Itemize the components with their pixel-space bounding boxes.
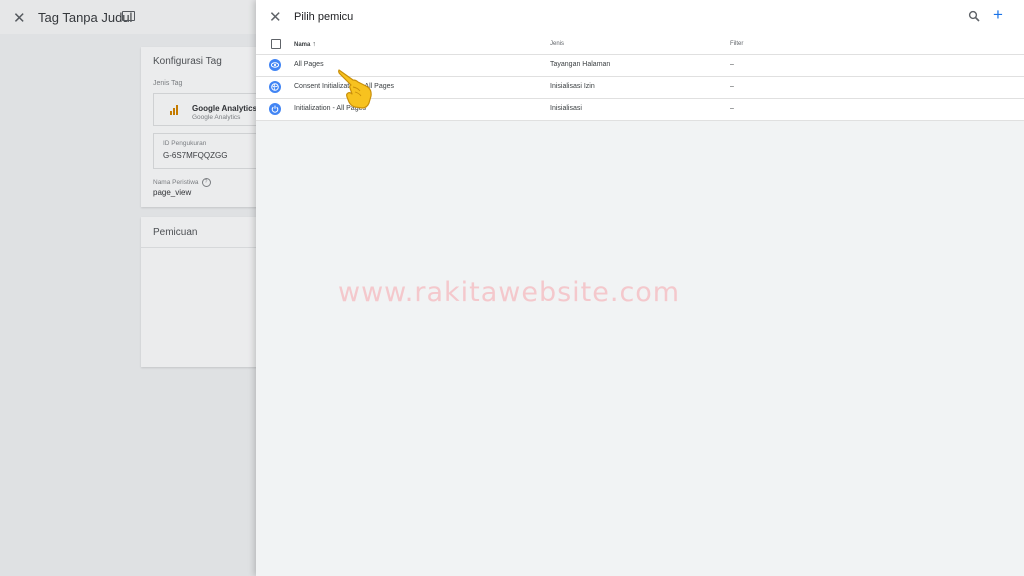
help-icon[interactable]: ? [201,178,211,187]
triggering-card[interactable]: Pemicuan [141,217,271,367]
trigger-name: All Pages [294,61,324,68]
tag-type-label: Jenis Tag [153,80,183,87]
trigger-name: Consent Initialization - All Pages [294,83,394,90]
google-analytics-icon [170,105,180,115]
trigger-filter: – [730,61,734,68]
search-icon[interactable] [968,10,980,22]
trigger-type: Inisialisasi Izin [550,83,595,90]
globe-icon [269,81,281,93]
sheet-title: Pilih pemicu [294,11,354,23]
triggering-heading: Pemicuan [153,227,198,238]
column-header-type[interactable]: Jenis [550,41,564,47]
tag-type-selector[interactable]: Google Analytics: I Google Analytics [153,93,273,126]
table-row[interactable]: All Pages Tayangan Halaman – [256,55,1024,77]
table-row[interactable]: Initialization - All Pages Inisialisasi … [256,99,1024,121]
event-name-label-row: Nama Peristiwa? [153,178,211,187]
column-header-name[interactable]: Nama ↑ [294,41,316,48]
eye-icon [269,59,281,71]
measurement-id-value: G-6S7MFQQZGG [163,151,228,160]
trigger-type: Inisialisasi [550,105,582,112]
trigger-filter: – [730,83,734,90]
tag-type-name: Google Analytics: I [192,104,265,113]
trigger-type: Tayangan Halaman [550,61,611,68]
trigger-table: Nama ↑ Jenis Filter All Pages Tayangan Ha… [256,34,1024,121]
sort-up-icon: ↑ [312,41,316,48]
tag-title[interactable]: Tag Tanpa Judul [38,10,132,25]
folder-icon[interactable] [122,11,135,21]
trigger-filter: – [730,105,734,112]
measurement-id-field[interactable]: ID Pengukuran G-6S7MFQQZGG [153,133,273,169]
column-header-filter[interactable]: Filter [730,41,743,47]
choose-trigger-sheet: ✕ Pilih pemicu + Nama ↑ Jenis Filter All … [256,0,1024,576]
select-all-checkbox[interactable] [271,39,281,49]
event-name-value: page_view [153,188,192,197]
add-icon[interactable]: + [993,5,1003,25]
tag-configuration-card[interactable]: Konfigurasi Tag Jenis Tag Google Analyti… [141,47,273,207]
sheet-header: ✕ Pilih pemicu + [256,0,1024,34]
divider [141,247,271,248]
table-row[interactable]: Consent Initialization - All Pages Inisi… [256,77,1024,99]
close-icon[interactable]: ✕ [13,9,26,27]
tag-configuration-heading: Konfigurasi Tag [153,56,222,67]
measurement-id-label: ID Pengukuran [163,140,207,147]
table-header: Nama ↑ Jenis Filter [256,34,1024,55]
close-icon[interactable]: ✕ [269,8,282,26]
power-icon [269,103,281,115]
trigger-name: Initialization - All Pages [294,105,366,112]
tag-type-subtitle: Google Analytics [192,114,241,121]
event-name-label: Nama Peristiwa [153,179,199,187]
